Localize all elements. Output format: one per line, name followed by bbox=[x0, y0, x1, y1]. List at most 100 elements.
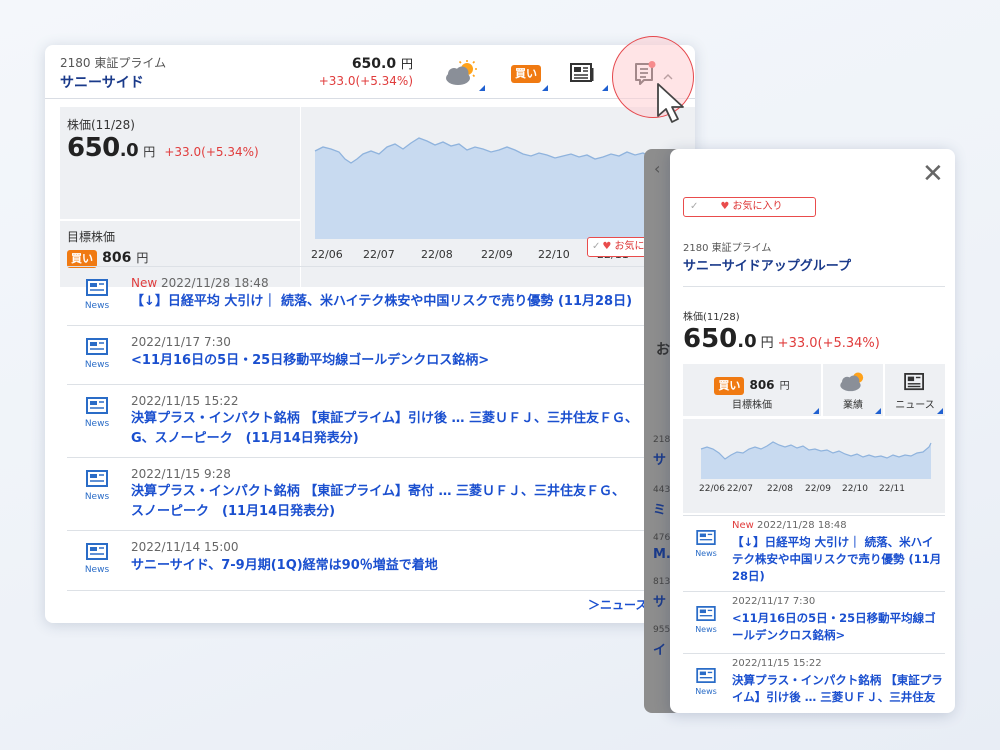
news-date: New 2022/11/28 18:48 bbox=[131, 276, 269, 290]
news-toggle-button[interactable] bbox=[560, 51, 610, 93]
news-item[interactable]: News 2022/11/15 15:22 決算プラス・インパクト銘柄 【東証プ… bbox=[683, 653, 945, 713]
stock-price-box: 株価(11/28) 650.0 円 +33.0(+5.34%) bbox=[60, 107, 300, 219]
stock-card: 2180 東証プライム サニーサイド 650.0 円 +33.0(+5.34%)… bbox=[45, 45, 695, 623]
x-tick: 22/08 bbox=[421, 248, 453, 261]
mouse-pointer-icon bbox=[657, 83, 684, 123]
target-price-tile[interactable]: 買い 806 円 目標株価 bbox=[683, 364, 821, 416]
behind-fragment: サ bbox=[653, 595, 667, 610]
x-tick: 22/07 bbox=[727, 484, 753, 494]
news-date: 2022/11/17 7:30 bbox=[732, 596, 816, 607]
news-icon: News bbox=[83, 397, 111, 429]
stock-detail-panel: ✕ ✓ ♥ お気に入り 2180 東証プライム サニーサイドアップグループ 株価(… bbox=[670, 149, 955, 713]
newspaper-icon bbox=[904, 373, 924, 391]
news-icon: News bbox=[83, 338, 111, 370]
news-icon: News bbox=[693, 606, 719, 634]
x-tick: 22/07 bbox=[363, 248, 395, 261]
news-date: 2022/11/17 7:30 bbox=[131, 335, 231, 349]
performance-tile[interactable]: 業績 bbox=[823, 364, 883, 416]
news-title-line-1[interactable]: 決算プラス・インパクト銘柄 【東証プライム】引け後 … 三菱ＵＦＪ、三井住友ＦＧ… bbox=[131, 409, 638, 429]
divider bbox=[683, 286, 945, 287]
panel-news-list: News New 2022/11/28 18:48 【↓】日経平均 大引け｜ 続… bbox=[683, 515, 945, 713]
news-date: 2022/11/14 15:00 bbox=[131, 540, 239, 554]
news-title[interactable]: サニーサイド、7-9月期(1Q)経常は90％増益で着地 bbox=[131, 556, 438, 576]
news-icon: News bbox=[83, 279, 111, 311]
news-tile[interactable]: ニュース bbox=[885, 364, 945, 416]
divider bbox=[67, 590, 695, 591]
news-title[interactable]: 【↓】日経平均 大引け｜ 続落、米ハイテク株安や中国リスクで売り優勢 (11月2… bbox=[131, 292, 632, 312]
target-price-tile-label: 目標株価 bbox=[732, 400, 772, 411]
behind-fragment: お bbox=[656, 342, 670, 358]
behind-fragment: 955 bbox=[653, 625, 671, 635]
current-price: 650.0 円 bbox=[351, 56, 413, 72]
x-tick: 22/06 bbox=[699, 484, 725, 494]
behind-fragment: 476 bbox=[653, 533, 671, 543]
cloud-sun-icon bbox=[446, 60, 477, 85]
panel-favorite-button[interactable]: ✓ ♥ お気に入り bbox=[683, 197, 816, 217]
price-change: +33.0(+5.34%) bbox=[318, 74, 413, 88]
news-icon: News bbox=[693, 668, 719, 696]
news-list: News New 2022/11/28 18:48 【↓】日経平均 大引け｜ 続… bbox=[67, 266, 695, 586]
news-date: 2022/11/15 15:22 bbox=[131, 394, 239, 408]
chevron-left-icon[interactable]: ‹ bbox=[654, 159, 660, 178]
behind-fragment: サ bbox=[653, 453, 667, 468]
behind-fragment: 813 bbox=[653, 577, 671, 587]
behind-fragment: 443 bbox=[653, 485, 671, 495]
panel-price-chart[interactable]: 22/06 22/07 22/08 22/09 22/10 22/11 bbox=[683, 419, 945, 513]
behind-fragment: ミ bbox=[653, 503, 667, 518]
behind-fragment: M. bbox=[653, 547, 671, 562]
rating-button[interactable]: 買い bbox=[500, 51, 550, 93]
target-price-label: 目標株価 bbox=[67, 230, 116, 244]
panel-stock-code: 2180 東証プライム bbox=[683, 243, 772, 254]
weather-performance-button[interactable] bbox=[437, 51, 487, 93]
news-icon: News bbox=[83, 543, 111, 575]
stock-header-bar: 2180 東証プライム サニーサイド 650.0 円 +33.0(+5.34%)… bbox=[45, 45, 695, 99]
news-tile-label: ニュース bbox=[895, 400, 935, 411]
behind-fragment: 218 bbox=[653, 435, 671, 445]
newspaper-icon bbox=[570, 63, 594, 82]
news-date: 2022/11/15 15:22 bbox=[732, 658, 822, 669]
news-item[interactable]: News 2022/11/15 9:28 決算プラス・インパクト銘柄 【東証プラ… bbox=[67, 457, 695, 530]
check-icon: ✓ bbox=[690, 201, 699, 212]
x-tick: 22/09 bbox=[481, 248, 513, 261]
news-item[interactable]: News 2022/11/15 15:22 決算プラス・インパクト銘柄 【東証プ… bbox=[67, 384, 695, 457]
news-title-line-1[interactable]: 決算プラス・インパクト銘柄 【東証プライム】寄付 … 三菱ＵＦＪ、三井住友ＦＧ、 bbox=[131, 482, 625, 502]
news-item[interactable]: News 2022/11/17 7:30 <11月16日の5日・25日移動平均線… bbox=[67, 325, 695, 384]
news-title[interactable]: 【↓】日経平均 大引け｜ 続落、米ハイテク株安や中国リスクで売り優勢 (11月2… bbox=[732, 534, 944, 585]
panel-chart-x-axis: 22/06 22/07 22/08 22/09 22/10 22/11 bbox=[683, 484, 945, 498]
x-tick: 22/11 bbox=[879, 484, 905, 494]
panel-price-value: 650.0 円 +33.0(+5.34%) bbox=[683, 324, 880, 354]
news-item[interactable]: News New 2022/11/28 18:48 【↓】日経平均 大引け｜ 続… bbox=[683, 515, 945, 591]
news-item[interactable]: News 2022/11/17 7:30 <11月16日の5日・25日移動平均線… bbox=[683, 591, 945, 653]
behind-fragment: イ bbox=[653, 643, 667, 658]
cloud-sun-icon bbox=[840, 372, 864, 392]
news-title[interactable]: 決算プラス・インパクト銘柄 【東証プライム】引け後 … 三菱ＵＦＪ、三井住友 bbox=[732, 672, 944, 706]
news-title-line-2[interactable]: G、スノーピーク (11月14日発表分) bbox=[131, 429, 359, 449]
x-tick: 22/09 bbox=[805, 484, 831, 494]
close-icon[interactable]: ✕ bbox=[922, 159, 944, 189]
news-title[interactable]: <11月16日の5日・25日移動平均線ゴールデンクロス銘柄> bbox=[732, 610, 944, 644]
news-date: 2022/11/15 9:28 bbox=[131, 467, 231, 481]
more-news-link[interactable]: ＞ニュース bbox=[588, 596, 647, 613]
news-icon: News bbox=[83, 470, 111, 502]
news-item[interactable]: News 2022/11/14 15:00 サニーサイド、7-9月期(1Q)経常… bbox=[67, 530, 695, 586]
news-item[interactable]: News New 2022/11/28 18:48 【↓】日経平均 大引け｜ 続… bbox=[67, 266, 695, 325]
price-date-label: 株価(11/28) bbox=[67, 118, 135, 132]
x-tick: 22/10 bbox=[538, 248, 570, 261]
news-title[interactable]: <11月16日の5日・25日移動平均線ゴールデンクロス銘柄> bbox=[131, 351, 489, 371]
x-tick: 22/08 bbox=[767, 484, 793, 494]
heart-icon: ♥ bbox=[720, 201, 730, 212]
target-price-value: 買い 806 円 bbox=[67, 247, 148, 268]
news-icon: News bbox=[693, 530, 719, 558]
news-date: New 2022/11/28 18:48 bbox=[732, 520, 847, 531]
panel-price-label: 株価(11/28) bbox=[683, 312, 740, 323]
performance-tile-label: 業績 bbox=[843, 400, 863, 411]
news-title-line-2[interactable]: スノーピーク (11月14日発表分) bbox=[131, 502, 335, 522]
price-chart[interactable]: 22/06 22/07 22/08 22/09 22/10 22/11 bbox=[301, 107, 695, 287]
panel-stock-name[interactable]: サニーサイドアップグループ bbox=[683, 255, 851, 274]
stock-code-market: 2180 東証プライム bbox=[60, 56, 167, 70]
stock-name[interactable]: サニーサイド bbox=[60, 72, 144, 92]
price-stats: 株価(11/28) 650.0 円 +33.0(+5.34%) 目標株価 買い … bbox=[60, 105, 300, 291]
check-icon: ✓ bbox=[592, 241, 601, 252]
x-tick: 22/10 bbox=[842, 484, 868, 494]
x-tick: 22/06 bbox=[311, 248, 343, 261]
